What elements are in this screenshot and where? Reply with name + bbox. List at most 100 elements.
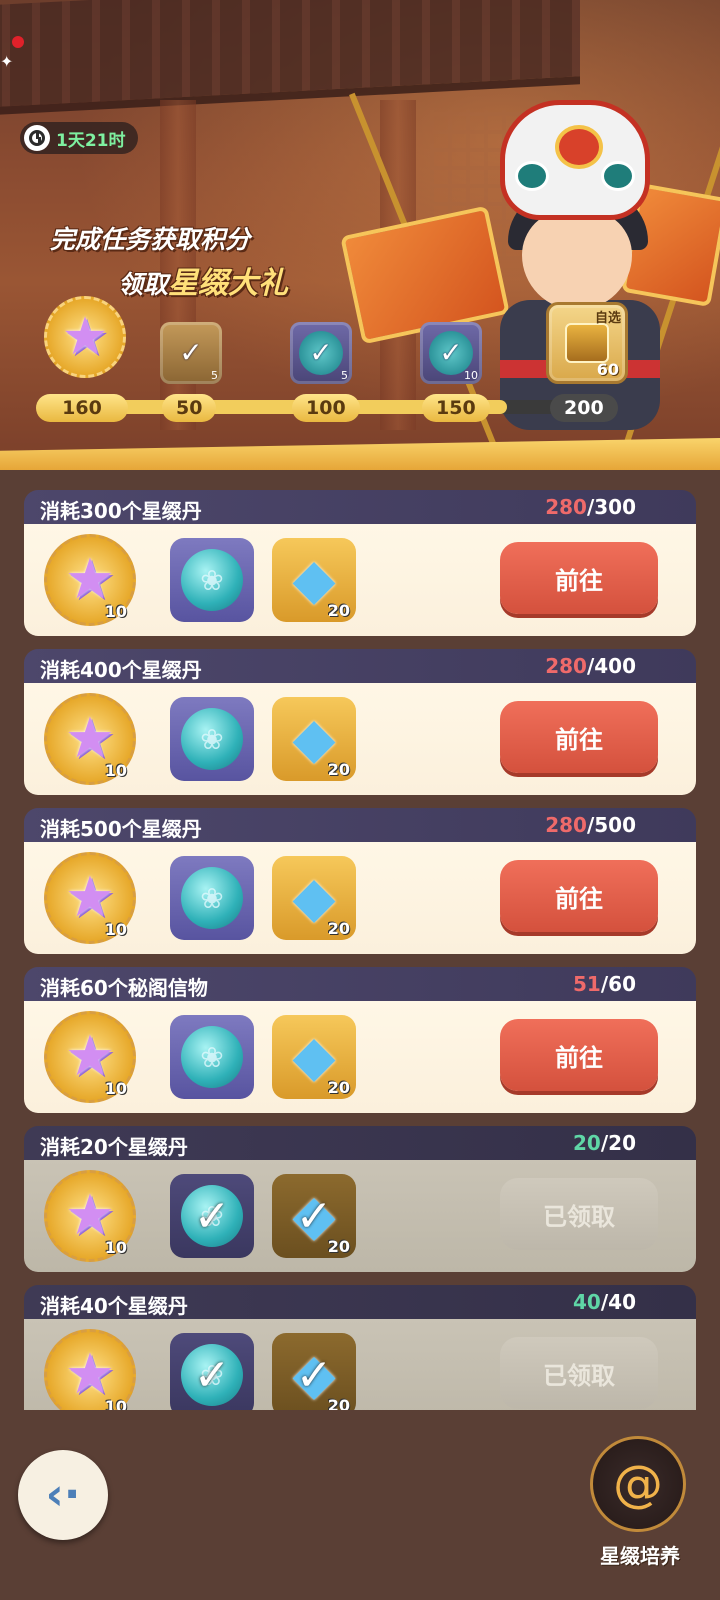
spirit-orb-icon: ❀: [181, 1026, 243, 1088]
task-progress-current: 51: [573, 972, 601, 996]
countdown-timer: 1天21时: [20, 122, 138, 154]
go-button[interactable]: 前往: [500, 1019, 658, 1091]
task-card: 消耗20个星缀丹 20/20 ★ 10 ❀ ✓ ◆ ✓ 20 已领取: [24, 1126, 696, 1272]
reward-qty: 20: [327, 919, 350, 938]
reward-qty: 10: [104, 761, 127, 780]
reward-qty: 10: [104, 1079, 127, 1098]
reward-orb[interactable]: ❀: [170, 856, 254, 940]
task-card: 消耗400个星缀丹 280/400 ★ 10 ❀ ◆ 20 前往: [24, 649, 696, 795]
star-icon: ★: [64, 1024, 116, 1089]
reward-gem[interactable]: ◆ ✓ 20: [272, 1333, 356, 1410]
task-progress-current: 280: [545, 813, 587, 837]
task-body: ★ 10 ❀ ◆ 20 前往: [24, 524, 696, 636]
star-icon: ★: [64, 1183, 116, 1248]
lion-eye: [515, 161, 549, 191]
task-title: 消耗300个星缀丹: [40, 499, 202, 523]
slogan-prefix: 领取: [118, 270, 169, 299]
task-progress-current: 40: [573, 1290, 601, 1314]
check-icon: ✓: [193, 1190, 231, 1242]
event-banner: ✦ 1天21时 完成任务获取积分 领取星缀大礼 ★ 160 ✓ 5 50 ✓ 5: [0, 0, 720, 470]
task-header: 消耗400个星缀丹 280/400: [24, 649, 696, 685]
claimed-button: 已领取: [500, 1337, 658, 1409]
reward-star[interactable]: ★ 10: [44, 1170, 136, 1262]
reward-qty: 10: [104, 920, 127, 939]
task-progress: 20/20: [573, 1131, 636, 1155]
milestone-label-200: 200: [550, 394, 618, 422]
go-button[interactable]: 前往: [500, 701, 658, 773]
back-arrow-icon: ‹·: [45, 1469, 81, 1520]
star-icon: ★: [64, 706, 116, 771]
task-title: 消耗20个星缀丹: [40, 1135, 188, 1159]
sparkle-icon: ✦: [0, 52, 14, 71]
treasure-box-icon: [565, 323, 609, 363]
task-progress-total: /60: [600, 972, 636, 996]
task-progress-total: /40: [600, 1290, 636, 1314]
task-progress: 280/500: [545, 813, 636, 837]
lion-eye: [601, 161, 635, 191]
spirit-orb-icon: ❀: [181, 549, 243, 611]
reward-orb[interactable]: ❀ ✓: [170, 1333, 254, 1410]
milestone-reward-100[interactable]: ✓ 5: [290, 322, 352, 384]
task-progress-current: 280: [545, 495, 587, 519]
back-button[interactable]: ‹·: [18, 1450, 108, 1540]
go-button[interactable]: 前往: [500, 860, 658, 932]
milestone-reward-50[interactable]: ✓ 5: [160, 322, 222, 384]
reward-orb[interactable]: ❀: [170, 538, 254, 622]
notification-dot: [12, 36, 24, 48]
task-progress-current: 280: [545, 654, 587, 678]
spirit-orb-icon: ❀: [181, 867, 243, 929]
task-body: ★ 10 ❀ ◆ 20 前往: [24, 1001, 696, 1113]
optional-tag: 自选: [594, 311, 621, 326]
reward-star[interactable]: ★ 10: [44, 1329, 136, 1410]
task-progress-total: /20: [600, 1131, 636, 1155]
task-header: 消耗20个星缀丹 20/20: [24, 1126, 696, 1162]
task-header: 消耗300个星缀丹 280/300: [24, 490, 696, 526]
milestone-reward-150[interactable]: ✓ 10: [420, 322, 482, 384]
task-list[interactable]: 消耗300个星缀丹 280/300 ★ 10 ❀ ◆ 20 前往 消耗400个星缀丹 280/40…: [24, 490, 696, 1410]
check-icon: ✓: [193, 1349, 231, 1401]
reward-orb[interactable]: ❀ ✓: [170, 1174, 254, 1258]
task-progress: 280/400: [545, 654, 636, 678]
reward-star[interactable]: ★ 10: [44, 693, 136, 785]
diamond-icon: ◆: [292, 547, 336, 612]
reward-star[interactable]: ★ 10: [44, 852, 136, 944]
star-icon: ★: [64, 1342, 116, 1407]
reward-orb[interactable]: ❀: [170, 1015, 254, 1099]
reward-orb[interactable]: ❀: [170, 697, 254, 781]
task-progress-total: /500: [586, 813, 636, 837]
task-title: 消耗40个星缀丹: [40, 1294, 188, 1318]
task-title: 消耗500个星缀丹: [40, 817, 202, 841]
reward-gem[interactable]: ◆ 20: [272, 856, 356, 940]
milestone-reward-200[interactable]: 自选 60: [546, 302, 628, 384]
reward-gem[interactable]: ◆ 20: [272, 697, 356, 781]
reward-qty: 10: [104, 1238, 127, 1257]
check-icon: ✓: [179, 336, 203, 369]
reward-gem[interactable]: ◆ ✓ 20: [272, 1174, 356, 1258]
reward-qty: 10: [104, 1397, 127, 1410]
swirl-star-icon: @: [590, 1436, 686, 1532]
clock-icon: [24, 125, 50, 151]
slogan-line-2: 领取星缀大礼: [118, 258, 288, 302]
reward-gem[interactable]: ◆ 20: [272, 538, 356, 622]
reward-star[interactable]: ★ 10: [44, 534, 136, 626]
task-progress-total: /400: [586, 654, 636, 678]
task-header: 消耗500个星缀丹 280/500: [24, 808, 696, 844]
milestone-label-150: 150: [422, 394, 490, 422]
reward-star[interactable]: ★ 10: [44, 1011, 136, 1103]
star-cultivate-button[interactable]: @ 星缀培养: [580, 1436, 700, 1586]
task-body: ★ 10 ❀ ✓ ◆ ✓ 20 已领取: [24, 1160, 696, 1272]
check-icon: ✓: [295, 1190, 333, 1242]
reward-qty: 20: [327, 760, 350, 779]
character-face: [522, 210, 632, 310]
reward-qty: 20: [327, 601, 350, 620]
star-points-icon: ★: [44, 296, 126, 378]
cultivate-label: 星缀培养: [600, 1544, 680, 1568]
scroll-icon: ✓: [169, 331, 213, 375]
go-button[interactable]: 前往: [500, 542, 658, 614]
task-card: 消耗500个星缀丹 280/500 ★ 10 ❀ ◆ 20 前往: [24, 808, 696, 954]
check-icon: ✓: [295, 1349, 333, 1401]
lion-head: [500, 100, 650, 220]
task-progress: 51/60: [573, 972, 636, 996]
reward-gem[interactable]: ◆ 20: [272, 1015, 356, 1099]
task-header: 消耗60个秘阁信物 51/60: [24, 967, 696, 1003]
